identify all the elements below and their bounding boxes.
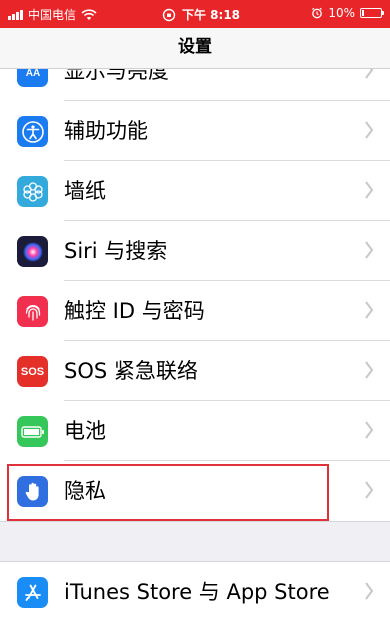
accessibility-icon bbox=[17, 116, 48, 147]
status-center: 下午 8:18 bbox=[162, 6, 240, 23]
battery-level-fill bbox=[362, 10, 364, 16]
status-left: 中国电信 bbox=[8, 6, 97, 23]
chevron-right-icon bbox=[365, 181, 374, 199]
sos-icon: SOS bbox=[17, 356, 48, 387]
settings-screen: AA 显示与亮度 辅助功能 墙纸 Siri 与搜索 触控 ID 与密码 SOS … bbox=[0, 0, 390, 621]
app-store-icon bbox=[17, 577, 48, 608]
wallpaper-icon bbox=[17, 176, 48, 207]
battery-percent: 10% bbox=[328, 6, 355, 20]
chevron-right-icon bbox=[365, 582, 374, 600]
row-label: 墙纸 bbox=[64, 179, 106, 203]
orientation-lock-icon bbox=[162, 8, 176, 21]
status-bar: 中国电信 下午 8:18 10% bbox=[0, 0, 390, 28]
row-label: iTunes Store 与 App Store bbox=[64, 580, 330, 604]
carrier-name: 中国电信 bbox=[28, 8, 77, 22]
row-label: 电池 bbox=[64, 419, 106, 443]
row-label: SOS 紧急联络 bbox=[64, 359, 198, 383]
page-title: 设置 bbox=[178, 37, 212, 57]
settings-row-itunes-app-store[interactable]: iTunes Store 与 App Store bbox=[0, 562, 390, 621]
touch-id-icon bbox=[17, 296, 48, 327]
chevron-right-icon bbox=[365, 421, 374, 439]
settings-group: AA 显示与亮度 辅助功能 墙纸 Siri 与搜索 触控 ID 与密码 SOS … bbox=[0, 40, 390, 522]
privacy-hand-icon bbox=[17, 476, 48, 507]
settings-row-siri[interactable]: Siri 与搜索 bbox=[0, 221, 390, 281]
settings-row-privacy[interactable]: 隐私 bbox=[0, 461, 390, 521]
chevron-right-icon bbox=[365, 361, 374, 379]
battery-icon bbox=[17, 416, 48, 447]
settings-row-sos[interactable]: SOS SOS 紧急联络 bbox=[0, 341, 390, 401]
row-label: 隐私 bbox=[64, 479, 106, 503]
chevron-right-icon bbox=[365, 481, 374, 499]
settings-group-store: iTunes Store 与 App Store bbox=[0, 561, 390, 621]
chevron-right-icon bbox=[365, 301, 374, 319]
chevron-right-icon bbox=[365, 241, 374, 259]
status-right: 10% bbox=[311, 6, 384, 20]
row-label: Siri 与搜索 bbox=[64, 239, 168, 263]
row-label: 辅助功能 bbox=[64, 119, 148, 143]
settings-row-accessibility[interactable]: 辅助功能 bbox=[0, 101, 390, 161]
settings-row-wallpaper[interactable]: 墙纸 bbox=[0, 161, 390, 221]
signal-icon bbox=[8, 9, 23, 20]
svg-text:AA: AA bbox=[25, 68, 39, 78]
battery-status-icon bbox=[360, 8, 384, 18]
navigation-bar: 设置 bbox=[0, 28, 390, 69]
chevron-right-icon bbox=[365, 121, 374, 139]
row-label: 触控 ID 与密码 bbox=[64, 299, 205, 323]
siri-icon bbox=[17, 236, 48, 267]
alarm-icon bbox=[312, 7, 323, 19]
settings-row-battery[interactable]: 电池 bbox=[0, 401, 390, 461]
wifi-icon bbox=[81, 8, 97, 20]
status-time: 下午 8:18 bbox=[182, 8, 241, 22]
settings-row-touch-id[interactable]: 触控 ID 与密码 bbox=[0, 281, 390, 341]
sos-icon-text: SOS bbox=[20, 365, 45, 378]
